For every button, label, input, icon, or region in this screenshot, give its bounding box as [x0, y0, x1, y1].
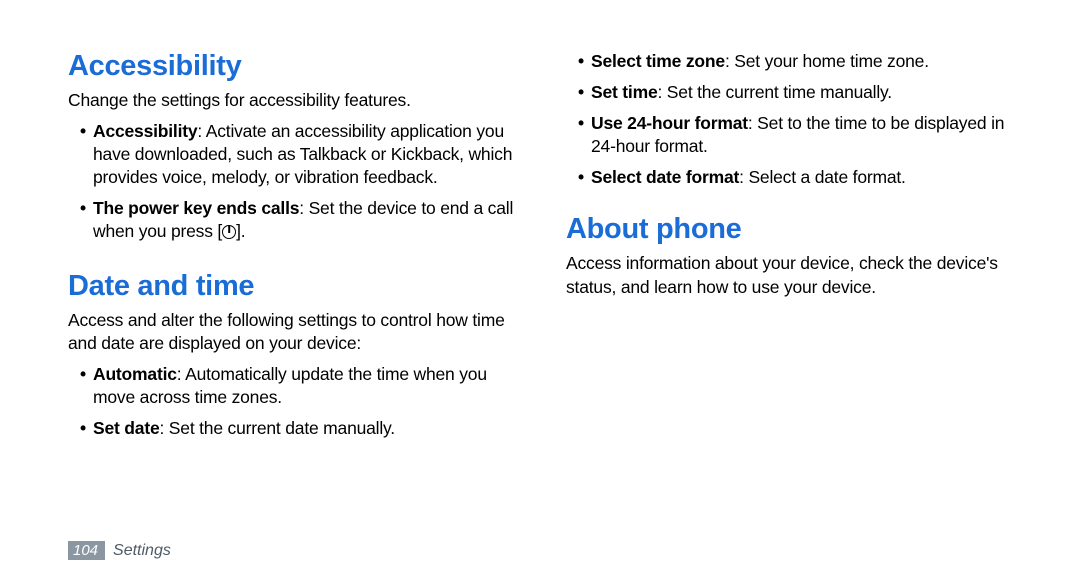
two-column-layout: Accessibility Change the settings for ac…	[68, 50, 1022, 530]
about-phone-desc: Access information about your device, ch…	[566, 252, 1022, 298]
power-icon	[222, 225, 236, 239]
item-rest: : Set your home time zone.	[725, 51, 929, 71]
item-bold: Set date	[93, 418, 159, 438]
list-item: Set time: Set the current time manually.	[578, 81, 1022, 104]
list-item: Select date format: Select a date format…	[578, 166, 1022, 189]
item-rest: : Set the current time manually.	[657, 82, 892, 102]
time-list-continued: Select time zone: Set your home time zon…	[566, 50, 1022, 189]
accessibility-heading: Accessibility	[68, 50, 524, 83]
datetime-list: Automatic: Automatically update the time…	[68, 363, 524, 440]
datetime-heading: Date and time	[68, 270, 524, 303]
list-item: Automatic: Automatically update the time…	[80, 363, 524, 409]
list-item: Set date: Set the current date manually.	[80, 417, 524, 440]
item-bold: Use 24-hour format	[591, 113, 748, 133]
about-phone-section: About phone Access information about you…	[566, 213, 1022, 298]
about-phone-heading: About phone	[566, 213, 1022, 246]
accessibility-desc: Change the settings for accessibility fe…	[68, 89, 524, 112]
item-rest: : Select a date format.	[739, 167, 906, 187]
item-bold: Accessibility	[93, 121, 197, 141]
item-bold: Select time zone	[591, 51, 725, 71]
page-number-badge: 104	[68, 541, 105, 560]
item-bold: The power key ends calls	[93, 198, 299, 218]
list-item: Accessibility: Activate an accessibility…	[80, 120, 524, 189]
accessibility-section: Accessibility Change the settings for ac…	[68, 50, 524, 244]
list-item: Select time zone: Set your home time zon…	[578, 50, 1022, 73]
footer-section-name: Settings	[113, 542, 171, 560]
item-bold: Select date format	[591, 167, 739, 187]
right-column: Select time zone: Set your home time zon…	[566, 50, 1022, 530]
item-bold: Set time	[591, 82, 657, 102]
list-item: Use 24-hour format: Set to the time to b…	[578, 112, 1022, 158]
page-footer: 104 Settings	[68, 541, 171, 560]
datetime-section: Date and time Access and alter the follo…	[68, 270, 524, 440]
item-rest: : Set the current date manually.	[159, 418, 395, 438]
left-column: Accessibility Change the settings for ac…	[68, 50, 524, 530]
accessibility-list: Accessibility: Activate an accessibility…	[68, 120, 524, 243]
datetime-desc: Access and alter the following settings …	[68, 309, 524, 355]
list-item: The power key ends calls: Set the device…	[80, 197, 524, 243]
item-tail: ].	[236, 221, 245, 241]
item-bold: Automatic	[93, 364, 177, 384]
